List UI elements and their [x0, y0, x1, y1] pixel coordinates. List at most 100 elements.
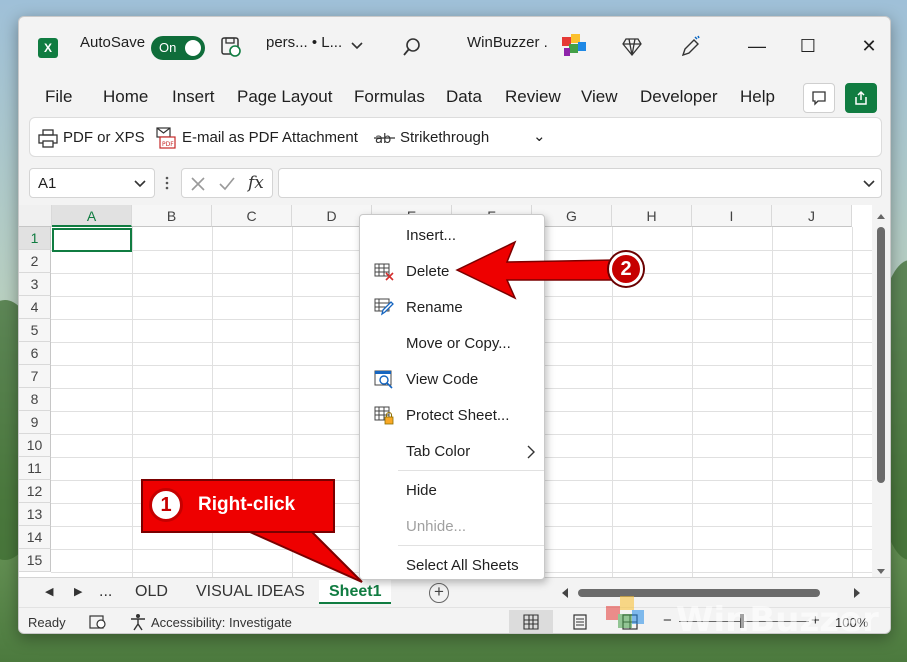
delete-sheet-icon: [374, 263, 394, 281]
row-header[interactable]: 2: [19, 250, 51, 273]
accessibility-status[interactable]: Accessibility: Investigate: [151, 615, 292, 630]
search-icon[interactable]: [402, 37, 422, 57]
pdf-xps-icon: [38, 129, 58, 148]
menu-insert[interactable]: Insert: [172, 87, 215, 107]
vertical-scrollbar[interactable]: [875, 209, 887, 579]
row-header[interactable]: 15: [19, 549, 51, 572]
file-name[interactable]: pers... • L...: [266, 34, 342, 51]
row-header[interactable]: 9: [19, 411, 51, 434]
column-header[interactable]: J: [772, 205, 852, 227]
account-name[interactable]: WinBuzzer .: [467, 34, 548, 51]
formula-input[interactable]: [278, 168, 882, 198]
minimize-button[interactable]: —: [742, 34, 772, 58]
menu-data[interactable]: Data: [446, 87, 482, 107]
add-sheet-button[interactable]: +: [429, 583, 449, 603]
column-header[interactable]: A: [52, 205, 132, 227]
enter-check-icon[interactable]: [218, 176, 236, 192]
ctx-rename[interactable]: Rename: [406, 299, 463, 316]
tab-scroll-next[interactable]: ▶: [74, 580, 82, 604]
name-box-value: A1: [38, 175, 57, 192]
autosave-toggle-state: On: [159, 40, 177, 55]
autosave-label: AutoSave: [80, 34, 146, 51]
grid-line: [692, 227, 693, 577]
share-button[interactable]: [845, 83, 877, 113]
pen-icon[interactable]: [679, 35, 701, 59]
save-icon[interactable]: [220, 36, 242, 58]
column-header[interactable]: B: [132, 205, 212, 227]
ctx-move-or-copy[interactable]: Move or Copy...: [406, 335, 511, 352]
column-header[interactable]: C: [212, 205, 292, 227]
row-header[interactable]: 4: [19, 296, 51, 319]
tab-scroll-prev[interactable]: ◀: [45, 580, 53, 604]
comment-icon: [812, 91, 826, 106]
maximize-button[interactable]: ☐: [793, 34, 823, 58]
row-header[interactable]: 12: [19, 480, 51, 503]
ctx-insert[interactable]: Insert...: [406, 227, 456, 244]
chevron-down-icon[interactable]: [863, 179, 875, 189]
menu-review[interactable]: Review: [505, 87, 561, 107]
ctx-delete[interactable]: Delete: [406, 263, 449, 280]
menu-page-layout[interactable]: Page Layout: [237, 87, 332, 107]
normal-view-button[interactable]: [509, 610, 553, 633]
ctx-unhide: Unhide...: [406, 518, 467, 535]
menu-view[interactable]: View: [581, 87, 618, 107]
row-header[interactable]: 13: [19, 503, 51, 526]
ctx-view-code[interactable]: View Code: [406, 371, 478, 388]
column-header[interactable]: H: [612, 205, 692, 227]
ctx-protect-sheet[interactable]: Protect Sheet...: [406, 407, 509, 424]
row-header[interactable]: 1: [19, 227, 51, 250]
email-pdf-attachment-button[interactable]: E-mail as PDF Attachment: [182, 129, 358, 146]
row-header[interactable]: 5: [19, 319, 51, 342]
annotation-callout: 1 Right-click: [141, 479, 335, 533]
close-button[interactable]: ✕: [854, 34, 884, 58]
name-box[interactable]: A1: [29, 168, 155, 198]
ctx-select-all-sheets[interactable]: Select All Sheets: [406, 557, 519, 574]
macro-record-icon[interactable]: [89, 614, 107, 630]
menu-help[interactable]: Help: [740, 87, 775, 107]
scroll-right-icon[interactable]: [852, 587, 862, 599]
scroll-left-icon[interactable]: [560, 587, 570, 599]
page-layout-icon[interactable]: [572, 614, 588, 630]
row-header[interactable]: 3: [19, 273, 51, 296]
row-header[interactable]: 11: [19, 457, 51, 480]
strikethrough-button[interactable]: Strikethrough: [400, 129, 489, 146]
watermark-text: WinBuzzer: [676, 600, 879, 640]
menu-developer[interactable]: Developer: [640, 87, 718, 107]
quick-ribbon: PDF or XPS PDF E-mail as PDF Attachment …: [29, 117, 882, 157]
select-all-corner[interactable]: [19, 205, 52, 227]
more-dots-icon[interactable]: [164, 175, 170, 191]
column-header[interactable]: I: [692, 205, 772, 227]
row-header[interactable]: 14: [19, 526, 51, 549]
cancel-icon[interactable]: [190, 176, 206, 192]
menu-bar: File Home Insert Page Layout Formulas Da…: [19, 81, 890, 113]
rename-sheet-icon: [374, 298, 394, 316]
customize-toolbar-button[interactable]: ⌄: [533, 127, 546, 145]
row-header[interactable]: 7: [19, 365, 51, 388]
excel-logo-icon: X: [38, 38, 58, 58]
zoom-out-button[interactable]: −: [663, 612, 672, 629]
pdf-or-xps-button[interactable]: PDF or XPS: [63, 129, 145, 146]
menu-formulas[interactable]: Formulas: [354, 87, 425, 107]
chevron-down-icon[interactable]: [351, 41, 363, 51]
ctx-tab-color[interactable]: Tab Color: [406, 443, 470, 460]
view-code-icon: [374, 370, 393, 389]
diamond-icon[interactable]: [622, 38, 642, 56]
tab-more[interactable]: ...: [99, 580, 112, 604]
protect-sheet-icon: [374, 406, 394, 425]
submenu-arrow-icon: [527, 445, 535, 459]
ctx-hide[interactable]: Hide: [406, 482, 437, 499]
avatar[interactable]: [559, 31, 589, 61]
grid-line: [132, 227, 133, 577]
active-cell[interactable]: [52, 228, 132, 252]
accessibility-icon[interactable]: [129, 613, 147, 631]
autosave-toggle[interactable]: On: [151, 36, 205, 60]
step-2-badge: 2: [609, 252, 643, 286]
row-header[interactable]: 8: [19, 388, 51, 411]
menu-home[interactable]: Home: [103, 87, 148, 107]
row-header[interactable]: 10: [19, 434, 51, 457]
row-header[interactable]: 6: [19, 342, 51, 365]
menu-file[interactable]: File: [45, 87, 72, 107]
tab-old[interactable]: OLD: [135, 580, 168, 604]
comments-button[interactable]: [803, 83, 835, 113]
insert-function-button[interactable]: fx: [248, 173, 264, 193]
